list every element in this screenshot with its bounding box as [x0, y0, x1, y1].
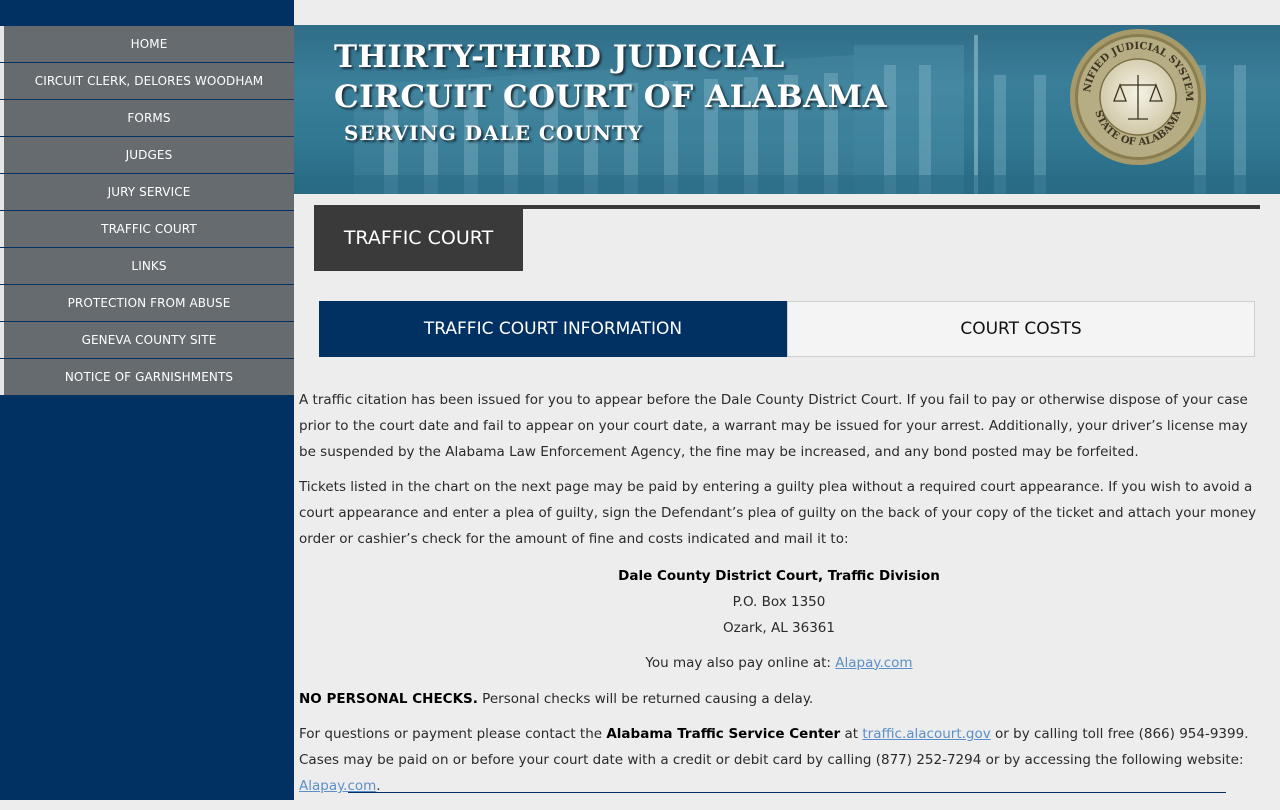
service-center-name: Alabama Traffic Service Center: [606, 726, 841, 743]
nav-item-home[interactable]: HOME: [0, 26, 294, 62]
nav-item-notice-of-garnishments[interactable]: NOTICE OF GARNISHMENTS: [0, 359, 294, 395]
nav-item-jury-service[interactable]: JURY SERVICE: [0, 174, 294, 210]
no-checks-text: Personal checks will be returned causing…: [477, 690, 814, 707]
nav-item-protection-from-abuse[interactable]: PROTECTION FROM ABUSE: [0, 285, 294, 321]
contact-text-1: For questions or payment please contact …: [299, 726, 607, 743]
main-nav: HOME CIRCUIT CLERK, DELORES WOODHAM FORM…: [0, 26, 294, 396]
online-payment-line: You may also pay online at: Alapay.com: [299, 651, 1259, 677]
nav-item-forms[interactable]: FORMS: [0, 100, 294, 136]
site-banner: THIRTY-THIRD JUDICIAL CIRCUIT COURT OF A…: [294, 25, 1280, 194]
no-checks-line: NO PERSONAL CHECKS. Personal checks will…: [299, 687, 1259, 713]
alacourt-link[interactable]: traffic.alacourt.gov: [862, 726, 990, 742]
nav-item-circuit-clerk[interactable]: CIRCUIT CLERK, DELORES WOODHAM: [0, 63, 294, 99]
mailing-address: Dale County District Court, Traffic Divi…: [299, 563, 1259, 641]
banner-title-line2: CIRCUIT COURT OF ALABAMA: [334, 79, 888, 115]
sidebar: HOME CIRCUIT CLERK, DELORES WOODHAM FORM…: [0, 0, 294, 800]
nav-item-traffic-court[interactable]: TRAFFIC COURT: [0, 211, 294, 247]
no-checks-label: NO PERSONAL CHECKS.: [299, 690, 478, 707]
page-title: TRAFFIC COURT: [314, 205, 523, 271]
address-name: Dale County District Court, Traffic Divi…: [618, 567, 940, 584]
online-payment-text: You may also pay online at:: [645, 654, 836, 671]
nav-item-geneva-county-site[interactable]: GENEVA COUNTY SITE: [0, 322, 294, 358]
contact-text-2: at: [840, 726, 863, 743]
alapay-link[interactable]: Alapay.com: [835, 655, 912, 671]
nav-item-links[interactable]: LINKS: [0, 248, 294, 284]
banner-title: THIRTY-THIRD JUDICIAL CIRCUIT COURT OF A…: [334, 37, 887, 117]
nav-item-judges[interactable]: JUDGES: [0, 137, 294, 173]
tab-content: A traffic citation has been issued for y…: [299, 388, 1259, 810]
tab-traffic-court-information[interactable]: TRAFFIC COURT INFORMATION: [319, 301, 787, 357]
content-divider: [348, 792, 1226, 793]
banner-title-line1: THIRTY-THIRD JUDICIAL: [334, 39, 785, 75]
court-seal: UNIFIED JUDICIAL SYSTEM STATE OF ALABAMA: [1068, 27, 1206, 165]
instructions-paragraph: Tickets listed in the chart on the next …: [299, 479, 1257, 547]
intro-paragraph: A traffic citation has been issued for y…: [299, 392, 1248, 460]
address-line2: Ozark, AL 36361: [723, 619, 835, 636]
banner-subtitle: SERVING DALE COUNTY: [344, 121, 644, 145]
tab-bar: TRAFFIC COURT INFORMATION COURT COSTS: [319, 301, 1255, 357]
tab-court-costs[interactable]: COURT COSTS: [787, 301, 1255, 357]
contact-paragraph: For questions or payment please contact …: [299, 722, 1259, 799]
address-line1: P.O. Box 1350: [732, 593, 826, 610]
